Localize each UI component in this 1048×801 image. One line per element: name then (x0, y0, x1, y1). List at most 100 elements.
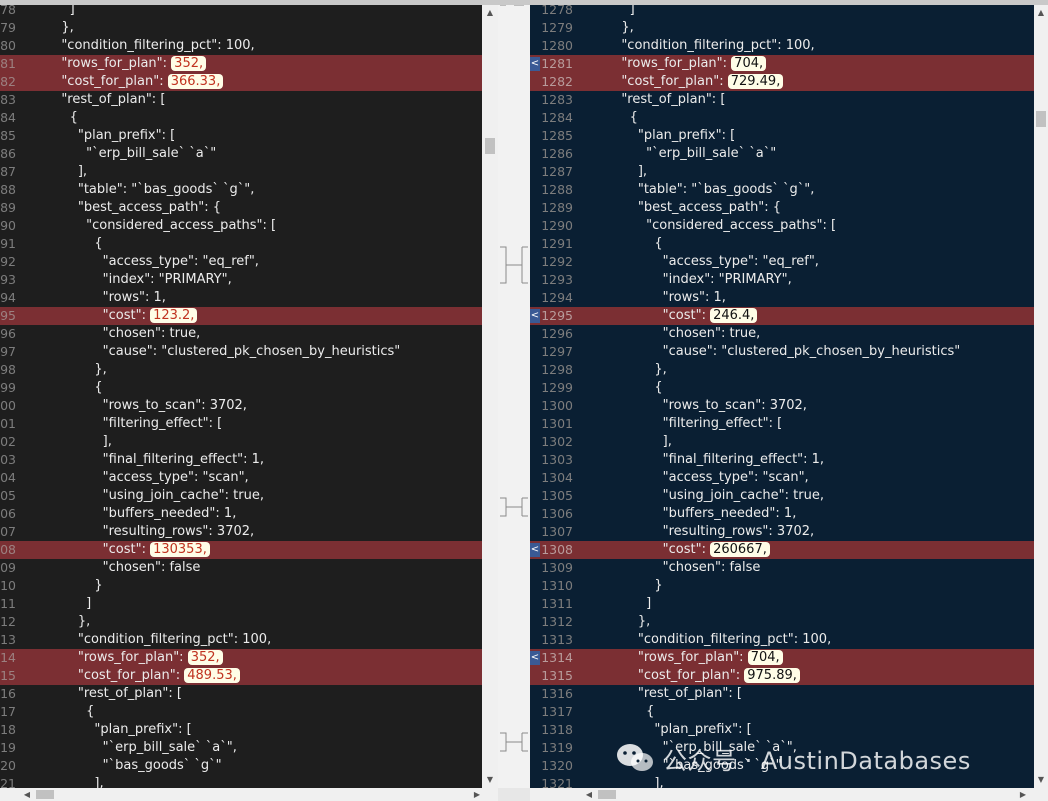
code-line[interactable]: 87 ], (0, 163, 482, 181)
code-line[interactable]: 97 "cause": "clustered_pk_chosen_by_heur… (0, 343, 482, 361)
code-line[interactable]: 03 "final_filtering_effect": 1, (0, 451, 482, 469)
code-line[interactable]: 1309 "chosen": false (530, 559, 1036, 577)
code-line[interactable]: 19 "`erp_bill_sale` `a`", (0, 739, 482, 757)
code-line[interactable]: 1281 "rows_for_plan": 704, (530, 55, 1036, 73)
code-line[interactable]: 85 "plan_prefix": [ (0, 127, 482, 145)
code-line[interactable]: 09 "chosen": false (0, 559, 482, 577)
code-line[interactable]: 1305 "using_join_cache": true, (530, 487, 1036, 505)
code-line[interactable]: 1311 ] (530, 595, 1036, 613)
left-arrow-icon[interactable]: ◀ (582, 788, 596, 801)
code-line[interactable]: 1306 "buffers_needed": 1, (530, 505, 1036, 523)
code-line[interactable]: 1313 "condition_filtering_pct": 100, (530, 631, 1036, 649)
code-line[interactable]: 1287 ], (530, 163, 1036, 181)
code-line[interactable]: 88 "table": "`bas_goods` `g`", (0, 181, 482, 199)
code-line[interactable]: 1297 "cause": "clustered_pk_chosen_by_he… (530, 343, 1036, 361)
code-line[interactable]: 1294 "rows": 1, (530, 289, 1036, 307)
down-arrow-icon[interactable]: ▼ (1034, 772, 1048, 788)
code-line[interactable]: 1310 } (530, 577, 1036, 595)
code-line[interactable]: 20 "`bas_goods` `g`" (0, 757, 482, 775)
code-line[interactable]: 78 ] (0, 5, 482, 19)
code-line[interactable]: 1293 "index": "PRIMARY", (530, 271, 1036, 289)
left-scroll-thumb[interactable] (485, 138, 495, 154)
code-line[interactable]: 1307 "resulting_rows": 3702, (530, 523, 1036, 541)
code-line[interactable]: 10 } (0, 577, 482, 595)
code-line[interactable]: 1316 "rest_of_plan": [ (530, 685, 1036, 703)
code-line[interactable]: 1291 { (530, 235, 1036, 253)
code-line[interactable]: 1318 "plan_prefix": [ (530, 721, 1036, 739)
right-scroll-thumb[interactable] (1036, 111, 1046, 127)
code-line[interactable]: 16 "rest_of_plan": [ (0, 685, 482, 703)
code-line[interactable]: 08 "cost": 130353, (0, 541, 482, 559)
right-horizontal-scrollbar[interactable]: ◀ ▶ (530, 788, 1048, 801)
code-line[interactable]: 96 "chosen": true, (0, 325, 482, 343)
code-line[interactable]: 1278 ] (530, 5, 1036, 19)
code-line[interactable]: 95 "cost": 123.2, (0, 307, 482, 325)
code-line[interactable]: 1289 "best_access_path": { (530, 199, 1036, 217)
left-hscroll-thumb[interactable] (36, 790, 54, 799)
code-line[interactable]: 12 }, (0, 613, 482, 631)
merge-left-arrow-icon[interactable]: < (530, 651, 540, 665)
code-line[interactable]: 21 ], (0, 775, 482, 788)
code-line[interactable]: 1296 "chosen": true, (530, 325, 1036, 343)
code-line[interactable]: 1303 "final_filtering_effect": 1, (530, 451, 1036, 469)
code-line[interactable]: 18 "plan_prefix": [ (0, 721, 482, 739)
code-line[interactable]: 81 "rows_for_plan": 352, (0, 55, 482, 73)
code-line[interactable]: 89 "best_access_path": { (0, 199, 482, 217)
right-arrow-icon[interactable]: ▶ (1016, 788, 1030, 801)
code-line[interactable]: 92 "access_type": "eq_ref", (0, 253, 482, 271)
right-vertical-scrollbar[interactable]: ▲ ▼ (1034, 5, 1048, 788)
code-line[interactable]: 93 "index": "PRIMARY", (0, 271, 482, 289)
code-line[interactable]: 1314 "rows_for_plan": 704, (530, 649, 1036, 667)
up-arrow-icon[interactable]: ▲ (482, 5, 498, 21)
right-arrow-icon[interactable]: ▶ (470, 788, 484, 801)
code-line[interactable]: 1301 "filtering_effect": [ (530, 415, 1036, 433)
code-line[interactable]: 00 "rows_to_scan": 3702, (0, 397, 482, 415)
merge-left-arrow-icon[interactable]: < (530, 309, 540, 323)
code-line[interactable]: 17 { (0, 703, 482, 721)
code-line[interactable]: 1288 "table": "`bas_goods` `g`", (530, 181, 1036, 199)
code-line[interactable]: 1285 "plan_prefix": [ (530, 127, 1036, 145)
code-line[interactable]: 1290 "considered_access_paths": [ (530, 217, 1036, 235)
code-line[interactable]: 07 "resulting_rows": 3702, (0, 523, 482, 541)
code-line[interactable]: 84 { (0, 109, 482, 127)
code-line[interactable]: 1295 "cost": 246.4, (530, 307, 1036, 325)
code-line[interactable]: 1302 ], (530, 433, 1036, 451)
code-line[interactable]: 91 { (0, 235, 482, 253)
merge-left-arrow-icon[interactable]: < (530, 57, 540, 71)
code-line[interactable]: 02 ], (0, 433, 482, 451)
code-line[interactable]: 99 { (0, 379, 482, 397)
code-line[interactable]: 15 "cost_for_plan": 489.53, (0, 667, 482, 685)
code-line[interactable]: 1299 { (530, 379, 1036, 397)
code-line[interactable]: 1284 { (530, 109, 1036, 127)
code-line[interactable]: 80 "condition_filtering_pct": 100, (0, 37, 482, 55)
left-horizontal-scrollbar[interactable]: ◀ ▶ (0, 788, 498, 801)
down-arrow-icon[interactable]: ▼ (482, 772, 498, 788)
code-line[interactable]: 01 "filtering_effect": [ (0, 415, 482, 433)
code-line[interactable]: 1312 }, (530, 613, 1036, 631)
right-code-pane[interactable]: 1278 ] 1279 }, 1280 "condition_filtering_p… (530, 5, 1036, 788)
code-line[interactable]: 1283 "rest_of_plan": [ (530, 91, 1036, 109)
code-line[interactable]: 1315 "cost_for_plan": 975.89, (530, 667, 1036, 685)
code-line[interactable]: 1286 "`erp_bill_sale` `a`" (530, 145, 1036, 163)
up-arrow-icon[interactable]: ▲ (1034, 5, 1048, 21)
code-line[interactable]: 90 "considered_access_paths": [ (0, 217, 482, 235)
code-line[interactable]: 79 }, (0, 19, 482, 37)
left-vertical-scrollbar[interactable]: ▲ ▼ (482, 5, 498, 788)
code-line[interactable]: 1292 "access_type": "eq_ref", (530, 253, 1036, 271)
code-line[interactable]: 1282 "cost_for_plan": 729.49, (530, 73, 1036, 91)
code-line[interactable]: 1304 "access_type": "scan", (530, 469, 1036, 487)
code-line[interactable]: 06 "buffers_needed": 1, (0, 505, 482, 523)
left-arrow-icon[interactable]: ◀ (20, 788, 34, 801)
merge-left-arrow-icon[interactable]: < (530, 543, 540, 557)
code-line[interactable]: 94 "rows": 1, (0, 289, 482, 307)
code-line[interactable]: 14 "rows_for_plan": 352, (0, 649, 482, 667)
code-line[interactable]: 1279 }, (530, 19, 1036, 37)
code-line[interactable]: 1317 { (530, 703, 1036, 721)
code-line[interactable]: 82 "cost_for_plan": 366.33, (0, 73, 482, 91)
code-line[interactable]: 04 "access_type": "scan", (0, 469, 482, 487)
right-hscroll-thumb[interactable] (598, 790, 616, 799)
code-line[interactable]: 11 ] (0, 595, 482, 613)
code-line[interactable]: 13 "condition_filtering_pct": 100, (0, 631, 482, 649)
left-code-pane[interactable]: 78 ] 79 }, 80 "condition_filtering_pct": 1… (0, 5, 482, 788)
code-line[interactable]: 86 "`erp_bill_sale` `a`" (0, 145, 482, 163)
